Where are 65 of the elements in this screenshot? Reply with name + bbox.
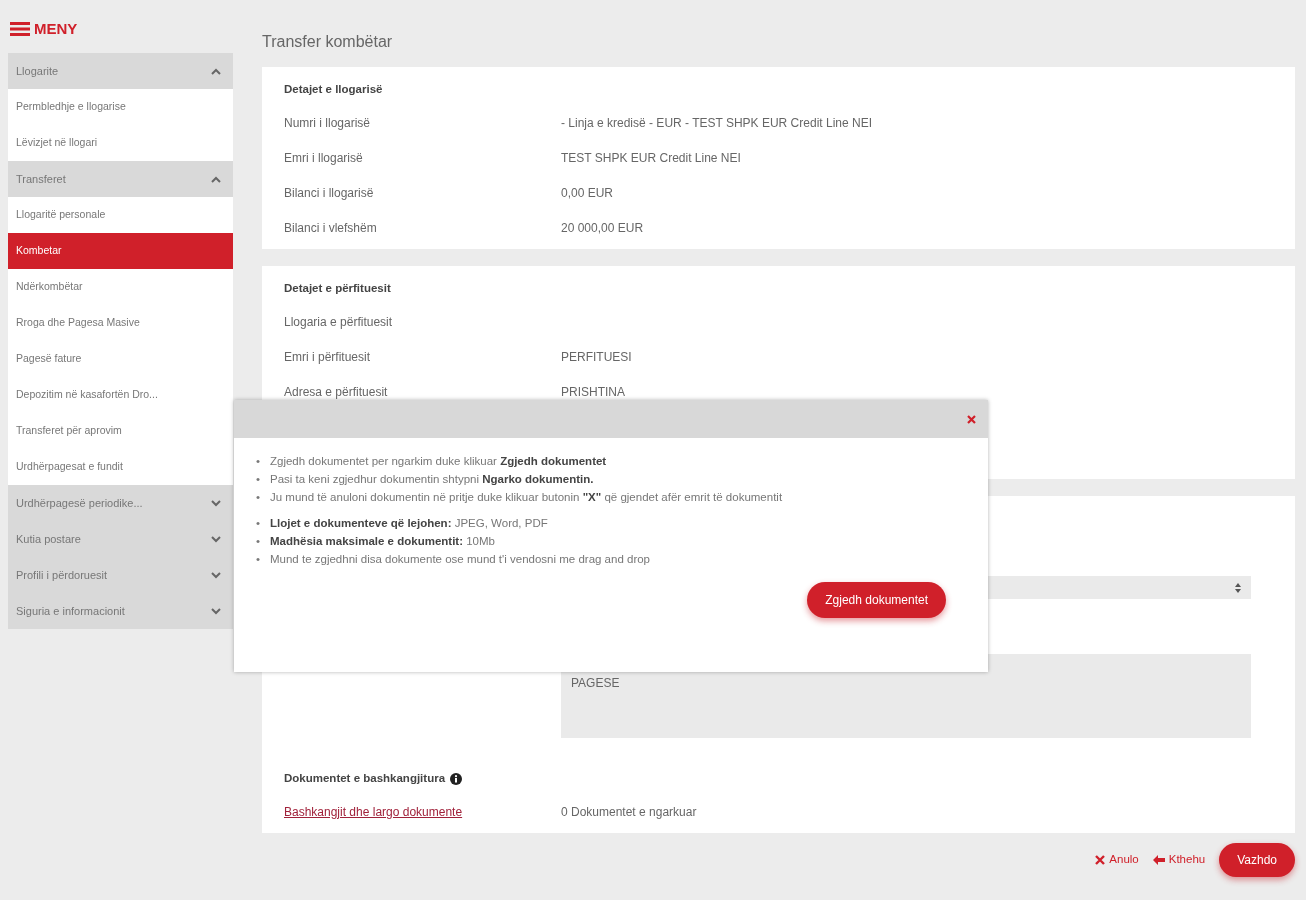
field-label: Bilanci i vlefshëm <box>284 219 378 237</box>
bullet-mark: • <box>256 516 262 531</box>
field-label: Numri i llogarisë <box>284 114 372 132</box>
field-label: Adresa e përfituesit <box>284 383 389 401</box>
bullet-mark: • <box>256 534 262 549</box>
sidebar-item[interactable]: Pagesë fature <box>8 341 233 377</box>
bullet-mark: • <box>256 552 262 567</box>
sidebar-item[interactable]: Lëvizjet në llogari <box>8 125 233 161</box>
field-value: 20 000,00 EUR <box>561 219 644 237</box>
choose-documents-button[interactable]: Zgjedh dokumentet <box>807 582 946 618</box>
instruction-text: Pasi ta keni zgjedhur dokumentin shtypni Ngarko dokumentin. <box>270 472 594 487</box>
sidebar-section[interactable]: Kutia postare <box>8 521 233 557</box>
field-value: PERFITUESI <box>561 348 632 366</box>
field-label: Llogaria e përfituesit <box>284 313 394 331</box>
arrow-left-icon <box>1152 855 1165 865</box>
menu-button[interactable]: MENY <box>8 14 233 44</box>
field-label: Emri i përfituesit <box>284 348 372 366</box>
field-value: - Linja e kredisë - EUR - TEST SHPK EUR Credit Line NEI <box>561 114 872 132</box>
bullet-mark: • <box>256 454 262 469</box>
instruction-text: Mund te zgjedhni disa dokumente ose mund t'i vendosni me drag and drop <box>270 552 651 567</box>
chevron-down-icon <box>211 571 221 579</box>
chevron-down-icon <box>211 499 221 507</box>
field-value: 0,00 EUR <box>561 184 614 202</box>
sidebar-item[interactable]: Transferet për aprovim <box>8 413 233 449</box>
sidebar-item[interactable]: Urdhërpagesat e fundit <box>8 449 233 485</box>
field-value: PRISHTINA <box>561 383 625 401</box>
info-icon <box>450 773 463 785</box>
chevron-down-icon <box>211 607 221 615</box>
bullet-mark: • <box>256 490 262 505</box>
instruction-text: Madhësia maksimale e dokumentit: 10Mb <box>270 534 495 549</box>
attach-link[interactable]: Bashkangjit dhe largo dokumente <box>284 804 463 819</box>
instruction-text: Llojet e dokumenteve që lejohen: JPEG, Word, PDF <box>270 516 548 531</box>
chevron-down-icon <box>211 535 221 543</box>
close-button[interactable] <box>967 414 976 424</box>
cancel-button[interactable]: Anulo <box>1095 851 1139 869</box>
sidebar-item[interactable]: Llogaritë personale <box>8 197 233 233</box>
sort-arrows-icon <box>1235 582 1241 593</box>
sidebar-item[interactable]: Kombetar <box>8 233 233 269</box>
bullet-mark: • <box>256 472 262 487</box>
close-icon <box>967 414 976 424</box>
instruction-text: Ju mund të anuloni dokumentin në pritje duke klikuar butonin "X" që gjendet afër emrit të dokumentit <box>270 490 783 505</box>
sidebar-item[interactable]: Depozitim në kasafortën Dro... <box>8 377 233 413</box>
sidebar-item[interactable]: Permbledhje e llogarise <box>8 89 233 125</box>
sidebar-section[interactable]: Transferet <box>8 161 233 197</box>
section-title: Detajet e llogarisë <box>284 82 384 98</box>
chevron-up-icon <box>211 67 221 75</box>
sidebar-section[interactable]: Profili i përdoruesit <box>8 557 233 593</box>
back-button[interactable]: Kthehu <box>1152 851 1206 869</box>
section-title: Dokumentet e bashkangjitura <box>284 771 446 787</box>
sidebar-item[interactable]: Rroga dhe Pagesa Masive <box>8 305 233 341</box>
upload-count: 0 Dokumentet e ngarkuar <box>561 803 697 821</box>
field-label: Emri i llogarisë <box>284 149 364 167</box>
sidebar-section[interactable]: Siguria e informacionit <box>8 593 233 629</box>
field-label: Bilanci i llogarisë <box>284 184 375 202</box>
chevron-up-icon <box>211 175 221 183</box>
close-icon <box>1095 855 1106 865</box>
menu-icon <box>10 22 30 36</box>
continue-button[interactable]: Vazhdo <box>1219 843 1295 877</box>
field-value: TEST SHPK EUR Credit Line NEI <box>561 149 741 167</box>
instruction-text: Zgjedh dokumentet per ngarkim duke klikuar Zgjedh dokumentet <box>270 454 607 469</box>
sidebar-section[interactable]: Llogarite <box>8 53 233 89</box>
sidebar-section[interactable]: Urdhërpagesë periodike... <box>8 485 233 521</box>
section-title: Detajet e përfituesit <box>284 281 392 297</box>
page-title: Transfer kombëtar <box>262 32 394 52</box>
sidebar-item[interactable]: Ndërkombëtar <box>8 269 233 305</box>
